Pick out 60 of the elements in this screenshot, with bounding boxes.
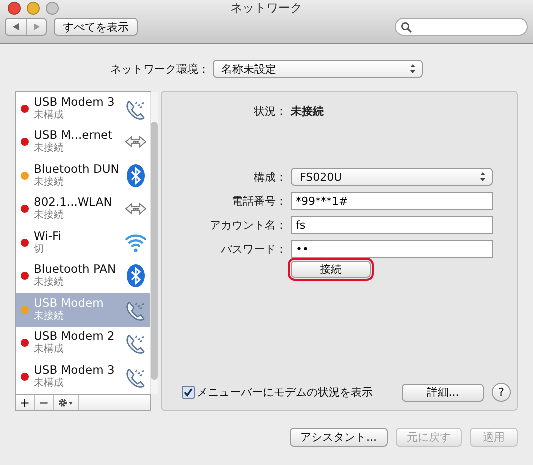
- service-item[interactable]: USB Modem 3 未構成: [16, 92, 150, 126]
- location-popup[interactable]: 名称未設定: [212, 60, 422, 78]
- back-icon: [12, 23, 20, 31]
- help-button[interactable]: ?: [492, 383, 511, 402]
- connect-button[interactable]: 接続: [291, 261, 371, 278]
- service-name: Bluetooth DUN: [34, 162, 120, 176]
- status-value: 未接続: [291, 104, 324, 120]
- minimize-button[interactable]: [27, 2, 40, 15]
- remove-button[interactable]: −: [35, 395, 54, 410]
- input-field[interactable]: ••: [291, 240, 493, 258]
- service-name: Bluetooth PAN: [34, 263, 118, 276]
- service-item[interactable]: USB M...ernet 未接続: [16, 126, 150, 159]
- service-name: USB Modem 3: [34, 96, 116, 109]
- service-item[interactable]: USB Modem 2 未構成: [16, 326, 150, 360]
- service-name: USB Modem: [34, 296, 105, 310]
- field-label: アカウント名：: [209, 218, 287, 232]
- zoom-button[interactable]: [46, 2, 59, 15]
- window-title: ネットワーク: [230, 1, 302, 15]
- forward-icon: [32, 23, 40, 31]
- search-icon: [401, 22, 412, 32]
- service-item[interactable]: Bluetooth PAN 未接続: [16, 260, 150, 293]
- footer-button[interactable]: アシスタント...: [290, 428, 388, 447]
- status-label: 状況：: [253, 104, 287, 120]
- service-item[interactable]: Bluetooth DUN 未接続: [16, 159, 150, 192]
- location-label: ネットワーク環境：: [110, 62, 210, 76]
- search-field[interactable]: [395, 18, 528, 36]
- service-item[interactable]: USB Modem 3 未構成: [16, 360, 150, 394]
- show-all-button[interactable]: すべてを表示: [54, 18, 138, 36]
- stepper-icon: [480, 172, 486, 182]
- gear-icon: [58, 398, 74, 408]
- field-label: 構成：: [253, 170, 287, 184]
- checkbox[interactable]: [182, 386, 195, 399]
- input-field[interactable]: *99***1#: [291, 192, 493, 210]
- service-status: 切: [34, 242, 45, 256]
- field-label: パスワード：: [220, 242, 287, 256]
- service-name: USB M...ernet: [34, 129, 114, 142]
- add-button[interactable]: +: [16, 395, 35, 410]
- field-label: 電話番号：: [231, 194, 287, 208]
- configuration-popup[interactable]: FS020U: [291, 168, 493, 186]
- service-name: USB Modem 3: [34, 364, 116, 377]
- service-status: 未構成: [34, 108, 65, 122]
- service-item[interactable]: 802.1...WLAN 未接続: [16, 192, 150, 226]
- advanced-button[interactable]: 詳細...: [402, 384, 484, 402]
- stepper-icon: [410, 64, 416, 74]
- service-status: 未接続: [34, 310, 65, 323]
- service-status: 未接続: [34, 142, 65, 156]
- service-status: 未接続: [34, 209, 65, 222]
- scrollbar-thumb[interactable]: [151, 122, 158, 380]
- service-item[interactable]: Wi-Fi 切: [16, 226, 150, 260]
- check-icon: [184, 388, 193, 397]
- input-field[interactable]: fs: [291, 216, 493, 234]
- service-status: 未接続: [34, 276, 65, 290]
- checkbox-label: メニューバーにモデムの状況を表示: [197, 385, 373, 400]
- close-button[interactable]: [8, 2, 21, 15]
- service-status: 未構成: [34, 376, 65, 390]
- service-name: 802.1...WLAN: [34, 196, 114, 210]
- service-status: 未接続: [34, 176, 65, 189]
- service-name: USB Modem 2: [34, 330, 116, 344]
- service-status: 未構成: [34, 343, 65, 356]
- service-name: Wi-Fi: [34, 230, 62, 243]
